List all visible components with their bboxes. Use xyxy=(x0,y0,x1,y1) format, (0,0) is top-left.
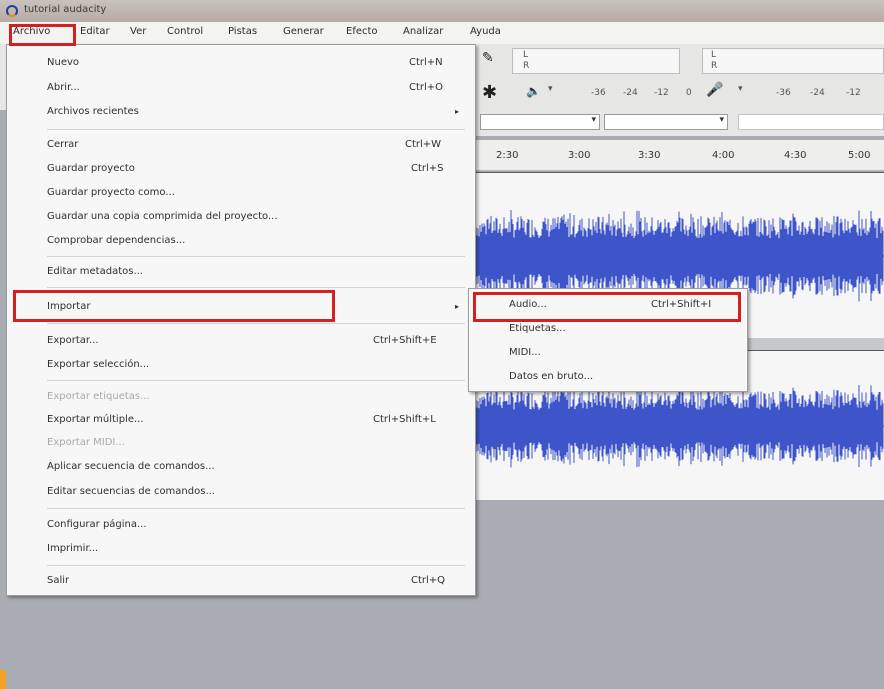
menu-item-archivos-recientes[interactable]: Archivos recientes xyxy=(47,106,139,117)
menu-ayuda[interactable]: Ayuda xyxy=(470,26,501,37)
highlight-archivo xyxy=(9,24,76,46)
menu-item-exportar-multiple[interactable]: Exportar múltiple... xyxy=(47,414,144,425)
meter-left-label: L xyxy=(711,50,717,60)
meter-tick: -12 xyxy=(654,88,669,98)
menu-item-editar-metadatos[interactable]: Editar metadatos... xyxy=(47,266,143,277)
record-meter[interactable]: L R xyxy=(702,48,884,74)
meter-right-label: R xyxy=(523,61,530,71)
menu-separator xyxy=(47,287,465,288)
audacity-logo-icon xyxy=(6,5,18,17)
host-combo[interactable]: ▾ xyxy=(480,114,600,130)
menu-item-guardar-proyecto[interactable]: Guardar proyecto xyxy=(47,163,135,174)
menu-generar[interactable]: Generar xyxy=(283,26,324,37)
meter-tick: -36 xyxy=(591,88,606,98)
menu-pistas[interactable]: Pistas xyxy=(228,26,257,37)
channels-combo[interactable] xyxy=(738,114,884,130)
shortcut-label: Ctrl+O xyxy=(409,82,444,93)
shortcut-label: Ctrl+S xyxy=(411,163,444,174)
meter-tick: -36 xyxy=(776,88,791,98)
menu-separator xyxy=(47,323,465,324)
highlight-importar xyxy=(13,290,335,322)
timeline-label: 5:00 xyxy=(848,150,871,161)
timeline-ruler[interactable]: 2:30 3:00 3:30 4:00 4:30 5:00 xyxy=(476,140,884,171)
timeline-label: 3:00 xyxy=(568,150,591,161)
window-title: tutorial audacity xyxy=(24,4,107,15)
menu-ver[interactable]: Ver xyxy=(130,26,146,37)
empty-track-area xyxy=(476,500,884,689)
menu-item-exportar-seleccion[interactable]: Exportar selección... xyxy=(47,359,149,370)
corner-marker xyxy=(0,670,6,689)
menu-item-configurar-pagina[interactable]: Configurar página... xyxy=(47,519,147,530)
submenu-item-datos-en-bruto[interactable]: Datos en bruto... xyxy=(509,371,593,382)
submenu-arrow-icon: ▸ xyxy=(455,107,460,116)
meter-tick: 0 xyxy=(686,88,692,98)
menu-item-abrir[interactable]: Abrir... xyxy=(47,82,80,93)
highlight-audio xyxy=(473,292,741,322)
menu-editar[interactable]: Editar xyxy=(80,26,110,37)
submenu-item-midi[interactable]: MIDI... xyxy=(509,347,541,358)
menu-separator xyxy=(47,380,465,381)
menu-item-imprimir[interactable]: Imprimir... xyxy=(47,543,98,554)
menu-item-comprobar-dependencias[interactable]: Comprobar dependencias... xyxy=(47,235,185,246)
menu-bar: Archivo Editar Ver Control Pistas Genera… xyxy=(0,22,884,45)
meter-tick: -24 xyxy=(623,88,638,98)
menu-control[interactable]: Control xyxy=(167,26,203,37)
timeline-label: 3:30 xyxy=(638,150,661,161)
menu-separator xyxy=(47,129,465,130)
meter-right-label: R xyxy=(711,61,718,71)
device-toolbar: ▾ ▾ xyxy=(476,110,884,136)
playback-meter[interactable]: L R xyxy=(512,48,680,74)
meter-tick: -12 xyxy=(846,88,861,98)
timeline-label: 4:00 xyxy=(712,150,735,161)
shortcut-label: Ctrl+Shift+E xyxy=(373,335,437,346)
dropdown-arrow-icon[interactable]: ▾ xyxy=(548,84,553,94)
menu-item-aplicar-secuencia[interactable]: Aplicar secuencia de comandos... xyxy=(47,461,215,472)
menu-separator xyxy=(47,565,465,566)
menu-item-nuevo[interactable]: Nuevo xyxy=(47,57,79,68)
meter-left-label: L xyxy=(523,50,529,60)
device-combo[interactable]: ▾ xyxy=(604,114,728,130)
draw-tool-icon[interactable]: ✎ xyxy=(482,50,494,66)
menu-item-salir[interactable]: Salir xyxy=(47,575,69,586)
shortcut-label: Ctrl+Q xyxy=(411,575,446,586)
multi-tool-icon[interactable]: ✱ xyxy=(482,82,497,103)
menu-efecto[interactable]: Efecto xyxy=(346,26,378,37)
menu-item-exportar-etiquetas: Exportar etiquetas... xyxy=(47,391,150,402)
submenu-arrow-icon: ▸ xyxy=(455,302,460,311)
menu-item-cerrar[interactable]: Cerrar xyxy=(47,139,78,150)
shortcut-label: Ctrl+N xyxy=(409,57,443,68)
title-bar: tutorial audacity xyxy=(0,0,884,22)
shortcut-label: Ctrl+W xyxy=(405,139,442,150)
menu-analizar[interactable]: Analizar xyxy=(403,26,443,37)
shortcut-label: Ctrl+Shift+L xyxy=(373,414,436,425)
microphone-icon[interactable]: 🎤 xyxy=(706,82,723,98)
menu-item-guardar-comprimida[interactable]: Guardar una copia comprimida del proyect… xyxy=(47,211,278,222)
menu-separator xyxy=(47,256,465,257)
menu-item-exportar-midi: Exportar MIDI... xyxy=(47,437,125,448)
menu-item-editar-secuencias[interactable]: Editar secuencias de comandos... xyxy=(47,486,215,497)
menu-item-guardar-como[interactable]: Guardar proyecto como... xyxy=(47,187,175,198)
meter-tick: -24 xyxy=(810,88,825,98)
timeline-label: 2:30 xyxy=(496,150,519,161)
submenu-item-etiquetas[interactable]: Etiquetas... xyxy=(509,323,566,334)
speaker-icon[interactable]: 🔈 xyxy=(526,84,541,98)
menu-item-exportar[interactable]: Exportar... xyxy=(47,335,99,346)
dropdown-arrow-icon[interactable]: ▾ xyxy=(738,84,743,94)
menu-separator xyxy=(47,508,465,509)
timeline-label: 4:30 xyxy=(784,150,807,161)
